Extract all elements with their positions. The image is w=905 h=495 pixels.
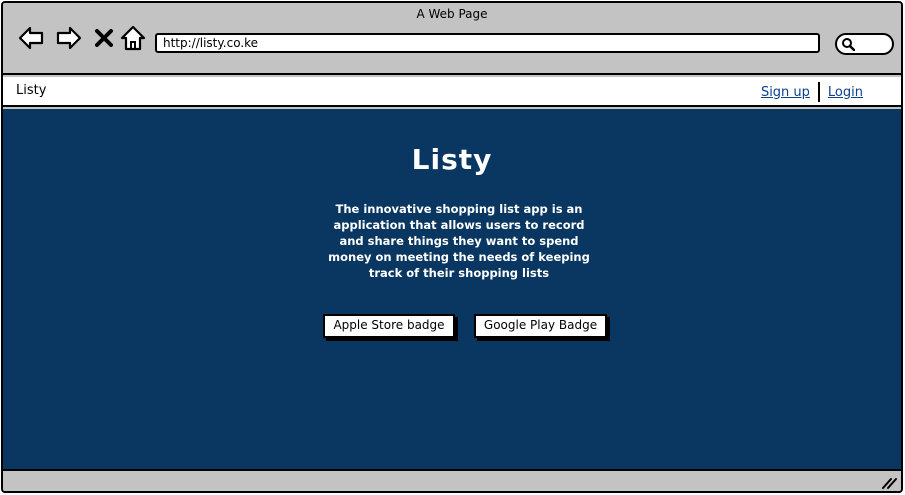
login-link[interactable]: Login xyxy=(820,85,871,100)
back-icon[interactable] xyxy=(17,24,45,52)
browser-window: A Web Page http://listy.co.ke Listy Sign… xyxy=(1,1,903,493)
search-field[interactable] xyxy=(835,33,894,55)
hero-title: Listy xyxy=(411,143,493,176)
brand-logo[interactable]: Listy xyxy=(16,83,46,98)
hero-section: Listy The innovative shopping list app i… xyxy=(3,109,901,469)
google-play-badge-button[interactable]: Google Play Badge xyxy=(474,314,607,338)
status-bar xyxy=(3,469,901,491)
window-title: A Web Page xyxy=(416,7,488,21)
resize-grip-icon[interactable] xyxy=(881,476,897,490)
home-icon[interactable] xyxy=(119,24,147,52)
apple-store-badge-button[interactable]: Apple Store badge xyxy=(323,314,455,338)
address-bar[interactable]: http://listy.co.ke xyxy=(155,33,820,53)
close-icon[interactable] xyxy=(92,24,116,52)
search-icon xyxy=(842,38,855,51)
hero-description: The innovative shopping list app is an a… xyxy=(328,202,590,280)
forward-icon[interactable] xyxy=(55,24,83,52)
site-nav-bar: Listy Sign up Login xyxy=(3,77,901,107)
signup-link[interactable]: Sign up xyxy=(753,85,818,100)
auth-links: Sign up Login xyxy=(753,81,871,103)
browser-chrome: A Web Page http://listy.co.ke xyxy=(3,3,901,75)
